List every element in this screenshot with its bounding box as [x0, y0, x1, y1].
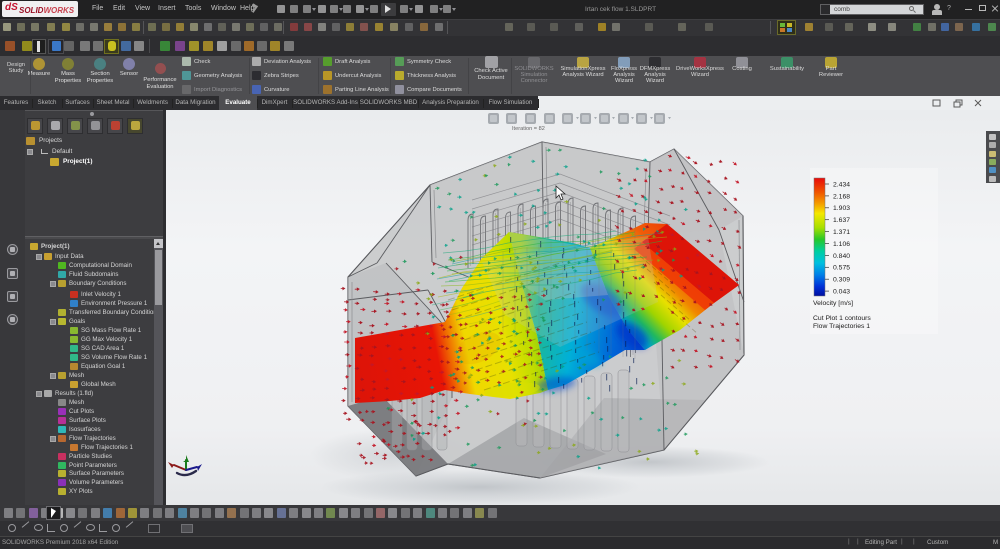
svg-text:2.434: 2.434 [833, 181, 850, 188]
svg-text:Flow Trajectories 1: Flow Trajectories 1 [813, 323, 870, 330]
svg-text:1.903: 1.903 [833, 205, 850, 212]
svg-text:Velocity [m/s]: Velocity [m/s] [813, 300, 853, 307]
svg-text:1.637: 1.637 [833, 217, 850, 224]
svg-text:1.371: 1.371 [833, 229, 850, 236]
svg-text:0.309: 0.309 [833, 277, 850, 284]
svg-text:2.168: 2.168 [833, 193, 850, 200]
svg-text:Cut Plot 1 contours: Cut Plot 1 contours [813, 315, 871, 322]
svg-text:0.575: 0.575 [833, 265, 850, 272]
svg-text:0.043: 0.043 [833, 289, 850, 296]
svg-text:1.106: 1.106 [833, 241, 850, 248]
svg-text:Iteration = 82: Iteration = 82 [512, 126, 545, 132]
svg-text:0.840: 0.840 [833, 253, 850, 260]
